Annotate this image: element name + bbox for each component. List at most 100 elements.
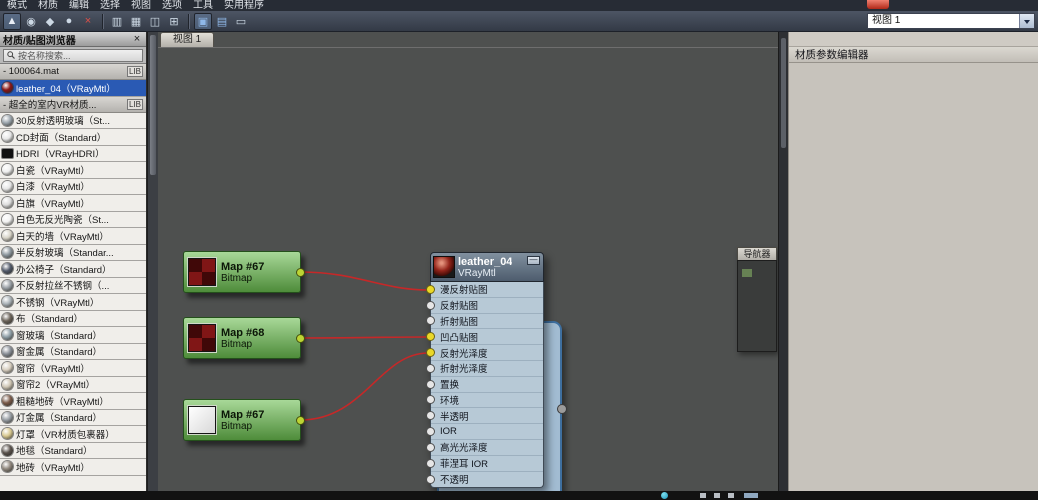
input-socket[interactable] [426, 475, 435, 484]
menu-item-5[interactable]: 选项 [158, 1, 189, 11]
layout-children-icon[interactable]: ⊞ [165, 13, 183, 30]
menu-item-6[interactable]: 工具 [189, 1, 220, 11]
pick-material-from-object-icon[interactable]: ◉ [22, 13, 40, 30]
viewport-selector[interactable]: 视图 1 [867, 13, 1035, 29]
move-children-icon[interactable]: ▥ [108, 13, 126, 30]
bitmap-node-1[interactable]: Map #67 Bitmap [183, 251, 301, 293]
material-id-channel-icon[interactable]: ▣ [194, 13, 212, 30]
input-socket[interactable] [426, 301, 435, 310]
material-slot-row[interactable]: 凹凸贴图 [431, 329, 543, 345]
browser-item[interactable]: 白瓷（VRayMtl） [0, 162, 146, 179]
browser-item[interactable]: 不反射拉丝不锈钢（... [0, 278, 146, 295]
browser-item[interactable]: CD封面（Standard） [0, 129, 146, 146]
node-editor-canvas[interactable]: 视图 1 Map #67 Bitmap Map #68 Bitmap Map #… [158, 32, 778, 491]
browser-scrollbar[interactable] [147, 32, 158, 491]
material-output-socket[interactable] [557, 404, 567, 414]
input-socket[interactable] [426, 380, 435, 389]
chevron-down-icon[interactable] [1019, 14, 1034, 28]
browser-item[interactable]: 粗糙地砖（VRayMtl） [0, 393, 146, 410]
taskbar-icon-1[interactable] [700, 493, 706, 498]
node-view-scrollbar[interactable] [778, 32, 788, 491]
delete-selected-icon[interactable]: × [79, 13, 97, 30]
bitmap-node-2[interactable]: Map #68 Bitmap [183, 317, 301, 359]
browser-panel-titlebar[interactable]: 材质/贴图浏览器 × [0, 32, 146, 47]
browser-item[interactable]: leather_04（VRayMtl） [0, 80, 146, 97]
output-socket[interactable] [296, 416, 305, 425]
browser-item[interactable]: 地毯（Standard） [0, 443, 146, 460]
node-view-scrollbar-handle[interactable] [781, 38, 786, 148]
material-slot-row[interactable]: 菲涅耳 IOR [431, 456, 543, 472]
bitmap-node-3[interactable]: Map #67 Bitmap [183, 399, 301, 441]
material-slot-row[interactable]: 反射光泽度 [431, 345, 543, 361]
input-socket[interactable] [426, 459, 435, 468]
material-node-header[interactable]: leather_04 VRayMtl — [430, 252, 544, 282]
browser-scrollbar-handle[interactable] [150, 35, 156, 175]
search-input[interactable]: 按名称搜索... [3, 49, 143, 62]
browser-item[interactable]: 办公椅子（Standard） [0, 261, 146, 278]
input-socket[interactable] [426, 332, 435, 341]
output-socket[interactable] [296, 334, 305, 343]
output-socket[interactable] [296, 268, 305, 277]
material-slot-row[interactable]: 折射贴图 [431, 314, 543, 330]
navigator-title[interactable]: 导航器 [737, 247, 777, 260]
input-socket[interactable] [426, 364, 435, 373]
tab-view1[interactable]: 视图 1 [160, 32, 214, 47]
taskbar-icon-2[interactable] [714, 493, 720, 498]
navigator-panel[interactable]: 导航器 [737, 247, 777, 352]
browser-group-header[interactable]: - 超全的室内VR材质...LIB [0, 97, 146, 113]
hide-unused-nodeslots-icon[interactable]: ▦ [127, 13, 145, 30]
material-slot-row[interactable]: 漫反射贴图 [431, 282, 543, 298]
browser-item[interactable]: 窗玻璃（Standard） [0, 327, 146, 344]
browser-item[interactable]: 布（Standard） [0, 311, 146, 328]
menu-item-3[interactable]: 选择 [96, 1, 127, 11]
material-slot-row[interactable]: IOR [431, 424, 543, 440]
input-socket[interactable] [426, 395, 435, 404]
browser-item[interactable]: 窗帘2（VRayMtl） [0, 377, 146, 394]
input-socket[interactable] [426, 316, 435, 325]
menu-item-1[interactable]: 材质 [34, 1, 65, 11]
material-node-leather04[interactable]: leather_04 VRayMtl — 漫反射贴图反射贴图折射贴图凹凸贴图反射… [430, 252, 544, 488]
input-socket[interactable] [426, 348, 435, 357]
material-slot-row[interactable]: 反射贴图 [431, 298, 543, 314]
browser-item[interactable]: 窗金属（Standard） [0, 344, 146, 361]
material-slot-row[interactable]: 不透明 [431, 472, 543, 488]
browser-item[interactable]: 灯罩（VR材质包裹器） [0, 426, 146, 443]
minimize-icon[interactable]: — [527, 256, 540, 265]
menu-item-4[interactable]: 视图 [127, 1, 158, 11]
menu-item-0[interactable]: 模式 [3, 1, 34, 11]
browser-item[interactable]: HDRI（VRayHDRI） [0, 146, 146, 163]
browser-item[interactable]: 白天的墙（VRayMtl） [0, 228, 146, 245]
browser-item[interactable]: 30反射透明玻璃（St... [0, 113, 146, 130]
input-socket[interactable] [426, 411, 435, 420]
show-background-icon[interactable]: ▤ [213, 13, 231, 30]
material-slot-row[interactable]: 高光光泽度 [431, 440, 543, 456]
input-socket[interactable] [426, 443, 435, 452]
browser-item[interactable]: 灯金属（Standard） [0, 410, 146, 427]
titlebar-red-button[interactable] [867, 0, 889, 9]
browser-item[interactable]: 半反射玻璃（Standar... [0, 245, 146, 262]
browser-item[interactable]: 不锈钢（VRayMtl） [0, 294, 146, 311]
input-socket[interactable] [426, 285, 435, 294]
close-icon[interactable]: × [131, 34, 143, 44]
browser-item[interactable]: 白漆（VRayMtl） [0, 179, 146, 196]
browser-group-header[interactable]: - 100064.matLIB [0, 64, 146, 80]
select-tool-icon[interactable]: ▲ [3, 13, 21, 30]
material-slot-row[interactable]: 环境 [431, 393, 543, 409]
navigator-preview[interactable] [737, 260, 777, 352]
menu-item-7[interactable]: 实用程序 [220, 1, 271, 11]
options-icon[interactable]: ▭ [232, 13, 250, 30]
taskbar-icon-3[interactable] [728, 493, 734, 498]
menu-item-2[interactable]: 编辑 [65, 1, 96, 11]
browser-item[interactable]: 窗帘（VRayMtl） [0, 360, 146, 377]
material-slot-row[interactable]: 半透明 [431, 408, 543, 424]
assign-material-to-selection-icon[interactable]: ● [60, 13, 78, 30]
browser-item[interactable]: 白色无反光陶瓷（St... [0, 212, 146, 229]
material-slot-row[interactable]: 折射光泽度 [431, 361, 543, 377]
browser-item[interactable]: 地砖（VRayMtl） [0, 459, 146, 476]
taskbar-icon-4[interactable] [744, 493, 758, 498]
browser-item[interactable]: 白旗（VRayMtl） [0, 195, 146, 212]
messenger-icon[interactable] [661, 492, 668, 499]
layout-all-icon[interactable]: ◫ [146, 13, 164, 30]
material-slot-row[interactable]: 置换 [431, 377, 543, 393]
input-socket[interactable] [426, 427, 435, 436]
